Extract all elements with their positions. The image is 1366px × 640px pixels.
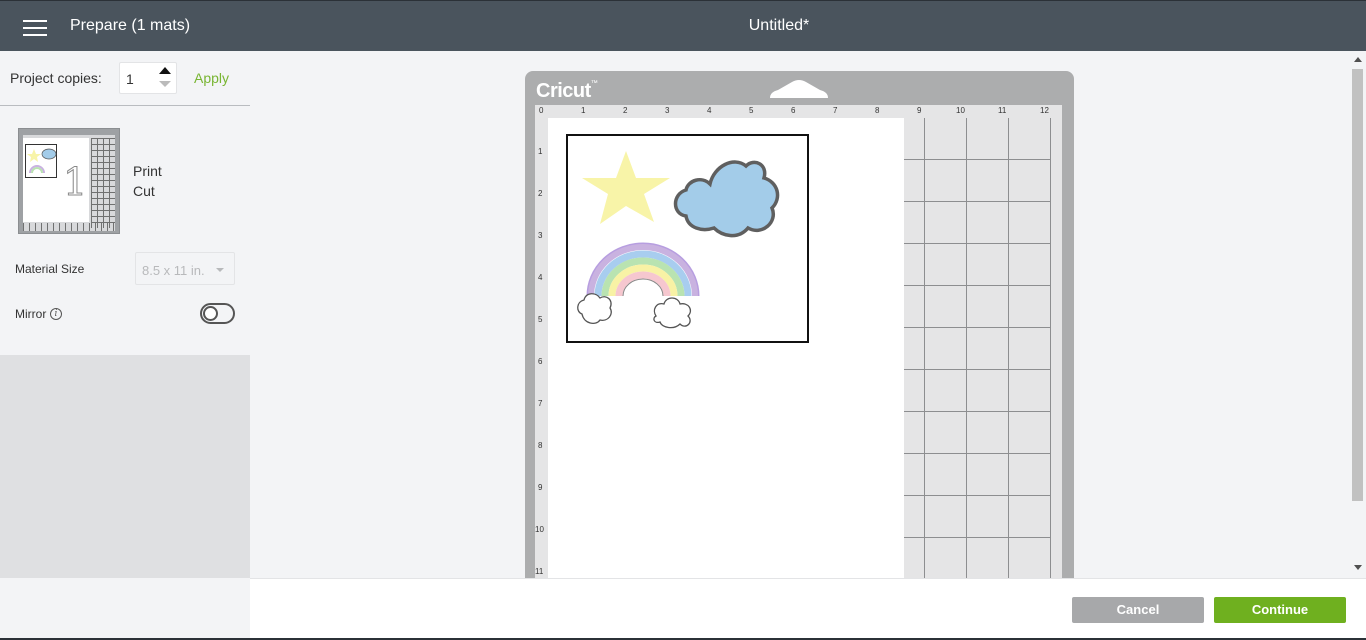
ruler-tick-left: 8 (538, 441, 543, 450)
star-image (582, 151, 670, 224)
project-copies-row: Project copies: 1 Apply (0, 51, 250, 106)
ruler-tick-top: 2 (623, 106, 628, 115)
material-size-label: Material Size (15, 262, 85, 276)
top-ruler: 0 1 2 3 4 5 6 7 8 9 10 11 12 (535, 105, 1062, 117)
decrement-arrow-icon[interactable] (159, 81, 171, 87)
mat-grid (904, 118, 1062, 578)
info-icon[interactable]: i (50, 308, 62, 320)
ruler-tick-left: 3 (538, 231, 543, 240)
continue-button[interactable]: Continue (1214, 597, 1346, 623)
ruler-tick-top: 11 (998, 106, 1007, 115)
cutting-mat: Cricut™ 0 1 2 3 4 5 6 7 8 9 10 11 12 1 2 3 4 5 6 7 8 9 10 11 (525, 71, 1074, 578)
ruler-tick-top: 5 (749, 106, 754, 115)
ruler-tick-top: 6 (791, 106, 796, 115)
ruler-tick-left: 10 (535, 525, 544, 534)
left-ruler: 1 2 3 4 5 6 7 8 9 10 11 (535, 117, 547, 578)
scroll-up-arrow-icon[interactable] (1354, 57, 1362, 62)
cricut-logo: Cricut™ (536, 80, 598, 102)
ruler-tick-left: 2 (538, 189, 543, 198)
increment-arrow-icon[interactable] (159, 67, 171, 74)
sidebar: Project copies: 1 Apply 1 Print Cut Mate… (0, 51, 250, 578)
ruler-tick-left: 6 (538, 357, 543, 366)
ruler-tick-top: 3 (665, 106, 670, 115)
mode-print-label: Print (133, 163, 162, 179)
ruler-tick-top: 10 (956, 106, 965, 115)
ruler-tick-left: 1 (538, 147, 543, 156)
ruler-tick-top: 0 (539, 106, 544, 115)
ruler-tick-left: 11 (535, 567, 544, 576)
print-then-cut-group[interactable] (566, 134, 809, 343)
cloud-image (673, 160, 780, 238)
mirror-label: Mirror (15, 307, 47, 321)
document-title: Untitled* (748, 17, 810, 34)
ruler-tick-top: 8 (875, 106, 880, 115)
scrollbar-thumb[interactable] (1352, 69, 1363, 501)
vertical-scrollbar[interactable] (1350, 51, 1366, 578)
project-copies-input[interactable]: 1 (119, 62, 177, 94)
mat-canvas: Cricut™ 0 1 2 3 4 5 6 7 8 9 10 11 12 1 2 3 4 5 6 7 8 9 10 11 (250, 51, 1350, 578)
thumbnail-grid (91, 138, 115, 228)
mat-mode-labels: Print Cut (133, 161, 162, 201)
cricut-brand-text: Cricut (536, 80, 591, 102)
mat-load-notch (770, 80, 828, 98)
ruler-tick-left: 9 (538, 483, 543, 492)
mat-number: 1 (62, 160, 88, 205)
ruler-tick-top: 1 (581, 106, 586, 115)
ruler-tick-top: 9 (917, 106, 922, 115)
rainbow-image (577, 242, 700, 329)
mat-grid-edge (1050, 118, 1062, 578)
mat-surface: 0 1 2 3 4 5 6 7 8 9 10 11 12 1 2 3 4 5 6 7 8 9 10 11 (535, 105, 1062, 578)
material-size-value: 8.5 x 11 in. (142, 263, 205, 278)
ruler-tick-left: 7 (538, 399, 543, 408)
scroll-down-arrow-icon[interactable] (1354, 565, 1362, 570)
ruler-tick-top: 12 (1040, 106, 1049, 115)
cancel-button[interactable]: Cancel (1072, 597, 1204, 623)
project-copies-label: Project copies: (10, 70, 102, 86)
mat-thumbnail[interactable]: 1 (18, 128, 120, 234)
mirror-toggle[interactable] (200, 303, 235, 324)
project-copies-value: 1 (126, 71, 134, 87)
ruler-tick-left: 5 (538, 315, 543, 324)
ruler-tick-left: 4 (538, 273, 543, 282)
material-size-select[interactable]: 8.5 x 11 in. (135, 252, 235, 285)
chevron-down-icon (216, 268, 224, 272)
mode-cut-label: Cut (133, 183, 155, 199)
thumbnail-grid-bottom (23, 223, 115, 231)
footer-bar: Cancel Continue (250, 578, 1366, 640)
top-bar: Prepare (1 mats) Untitled* (0, 0, 1366, 51)
ruler-tick-top: 4 (707, 106, 712, 115)
toggle-knob (203, 306, 218, 321)
thumbnail-print-box (25, 144, 57, 178)
ruler-tick-top: 7 (833, 106, 838, 115)
apply-button[interactable]: Apply (194, 70, 229, 86)
sidebar-panel: Project copies: 1 Apply 1 Print Cut Mate… (0, 51, 250, 355)
